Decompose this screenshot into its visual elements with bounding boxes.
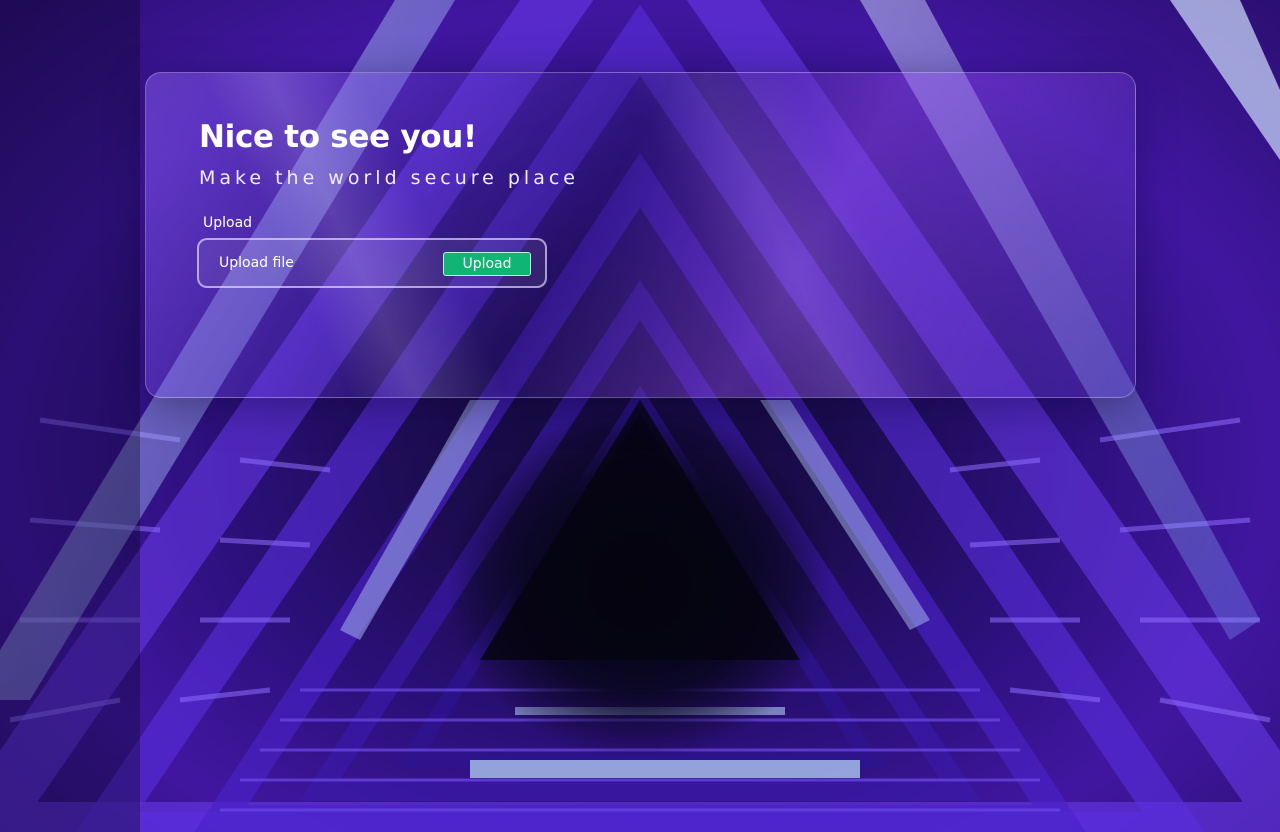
- welcome-card: Nice to see you! Make the world secure p…: [145, 72, 1136, 398]
- upload-button[interactable]: Upload: [443, 252, 531, 276]
- upload-label: Upload: [203, 215, 253, 231]
- page-subtitle: Make the world secure place: [199, 167, 579, 189]
- upload-file-field[interactable]: Upload file Upload: [197, 238, 547, 288]
- page-title: Nice to see you!: [199, 119, 477, 155]
- upload-file-placeholder: Upload file: [219, 255, 294, 271]
- login-screen: Nice to see you! Make the world secure p…: [0, 0, 1280, 832]
